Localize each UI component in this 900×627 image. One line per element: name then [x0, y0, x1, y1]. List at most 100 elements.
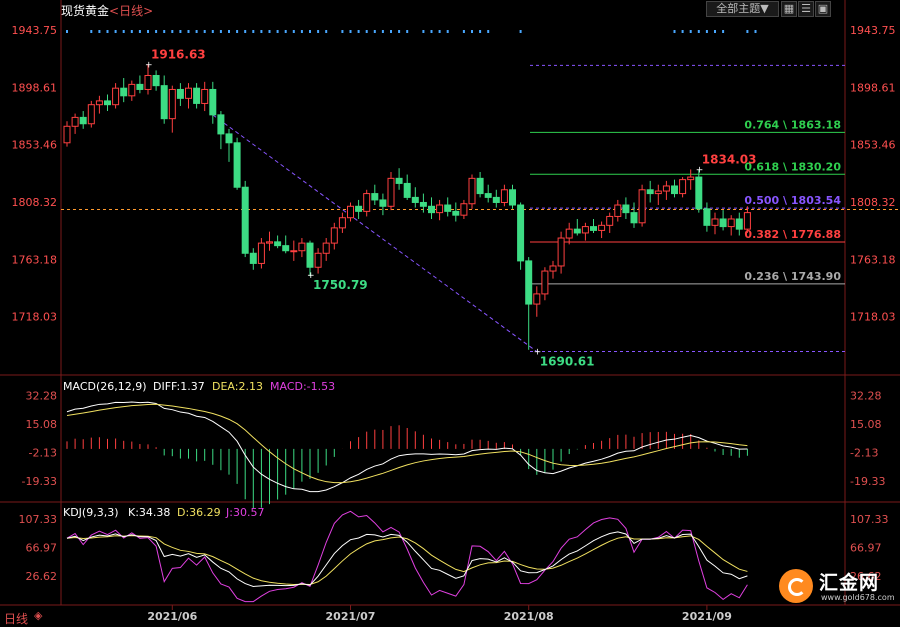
signal-dot — [220, 30, 222, 33]
candle-body — [501, 190, 507, 203]
signal-dot — [163, 30, 165, 33]
logo-url: www.gold678.com — [821, 593, 895, 602]
candle-body — [429, 206, 435, 212]
signal-dot — [66, 30, 68, 33]
price-tick-left: 1943.75 — [12, 24, 58, 37]
signal-dot — [107, 30, 109, 33]
candle-body — [169, 89, 175, 118]
price-tick-right: 1718.03 — [850, 311, 896, 324]
candle-body — [469, 178, 475, 203]
candle-body — [534, 294, 540, 304]
kdj-panel[interactable]: KDJ(9,3,3)K:34.38D:36.29J:30.57107.33107… — [19, 506, 889, 602]
candle-body — [267, 242, 273, 243]
candle-body — [445, 205, 451, 211]
theme-select[interactable]: 全部主题▼ — [706, 1, 779, 17]
candle-body — [696, 177, 702, 209]
candle-body — [177, 89, 183, 98]
candle-body — [105, 101, 111, 105]
price-tick-right: 1853.46 — [850, 139, 896, 152]
candle-body — [623, 205, 629, 213]
candle-body — [437, 205, 443, 213]
bottom-period-label[interactable]: 日线 — [4, 610, 28, 627]
candle-body — [461, 204, 467, 215]
candle-body — [485, 194, 491, 198]
macd-panel[interactable]: MACD(26,12,9)DIFF:1.37DEA:2.13MACD:-1.53… — [22, 380, 886, 508]
signal-dot — [674, 30, 676, 33]
annotation-marker: + — [307, 271, 315, 281]
candle-body — [307, 243, 313, 267]
candle-body — [736, 219, 742, 229]
macd-tick-left: -2.13 — [29, 446, 57, 459]
candle-body — [728, 219, 734, 227]
candle-body — [331, 228, 337, 243]
grid-icon[interactable]: ▦ — [781, 1, 797, 17]
signal-dot — [90, 30, 92, 33]
signal-dot — [431, 30, 433, 33]
signal-dot — [277, 30, 279, 33]
candle-body — [258, 243, 264, 263]
signal-dot — [260, 30, 262, 33]
signal-dot — [487, 30, 489, 33]
fib-level-label: 0.764 \ 1863.18 — [744, 118, 841, 131]
kdj-tick-right: 107.33 — [850, 513, 889, 526]
candle-body — [64, 126, 70, 143]
candle-body — [647, 190, 653, 194]
candle-body — [744, 213, 750, 230]
price-tick-left: 1718.03 — [12, 311, 58, 324]
candle-body — [234, 143, 240, 187]
signal-dot — [171, 30, 173, 33]
price-annotation: 1916.63 — [151, 48, 206, 62]
signal-dot — [447, 30, 449, 33]
candle-body — [591, 227, 597, 231]
price-tick-left: 1853.46 — [12, 139, 58, 152]
signal-dot — [179, 30, 181, 33]
candle-body — [412, 197, 418, 202]
candle-body — [72, 117, 78, 126]
price-panel[interactable]: 1943.751943.751898.611898.611853.461853.… — [12, 24, 900, 368]
candle-body — [121, 88, 127, 96]
signal-dot — [228, 30, 230, 33]
macd-tick-right: -19.33 — [850, 475, 885, 488]
candle-body — [372, 194, 378, 200]
price-tick-left: 1763.18 — [12, 253, 58, 266]
candle-body — [688, 177, 694, 180]
candle-body — [518, 205, 524, 261]
candle-body — [550, 266, 556, 271]
candle-body — [323, 243, 329, 253]
signal-dot — [382, 30, 384, 33]
signal-dot — [398, 30, 400, 33]
candle-body — [283, 246, 289, 251]
menu-icon[interactable]: ☰ — [798, 1, 814, 17]
signal-dot — [212, 30, 214, 33]
candle-body — [542, 271, 548, 294]
signal-dot — [690, 30, 692, 33]
signal-dot — [706, 30, 708, 33]
candle-body — [96, 101, 102, 105]
signal-dot — [682, 30, 684, 33]
signal-dot — [115, 30, 117, 33]
signal-dot — [422, 30, 424, 33]
watermark-logo: 汇金网 www.gold678.com — [779, 566, 889, 606]
signal-dot — [390, 30, 392, 33]
signal-dot — [439, 30, 441, 33]
fib-level-label: 0.618 \ 1830.20 — [744, 160, 841, 173]
logo-icon — [779, 569, 813, 603]
candle-body — [250, 253, 256, 263]
candle-body — [712, 219, 718, 225]
candle-body — [680, 180, 686, 194]
macd-tick-left: 15.08 — [26, 418, 58, 431]
candle-body — [129, 84, 135, 95]
candle-body — [161, 86, 167, 119]
candle-body — [672, 186, 678, 194]
signal-dot — [301, 30, 303, 33]
signal-dot — [366, 30, 368, 33]
signal-dot — [374, 30, 376, 33]
candle-body — [704, 209, 710, 226]
signal-dot — [155, 30, 157, 33]
settings-icon[interactable]: ◈ — [34, 609, 42, 622]
signal-dot — [746, 30, 748, 33]
signal-dot — [269, 30, 271, 33]
fullscreen-icon[interactable]: ▣ — [815, 1, 831, 17]
signal-dot — [520, 30, 522, 33]
candle-body — [639, 190, 645, 223]
